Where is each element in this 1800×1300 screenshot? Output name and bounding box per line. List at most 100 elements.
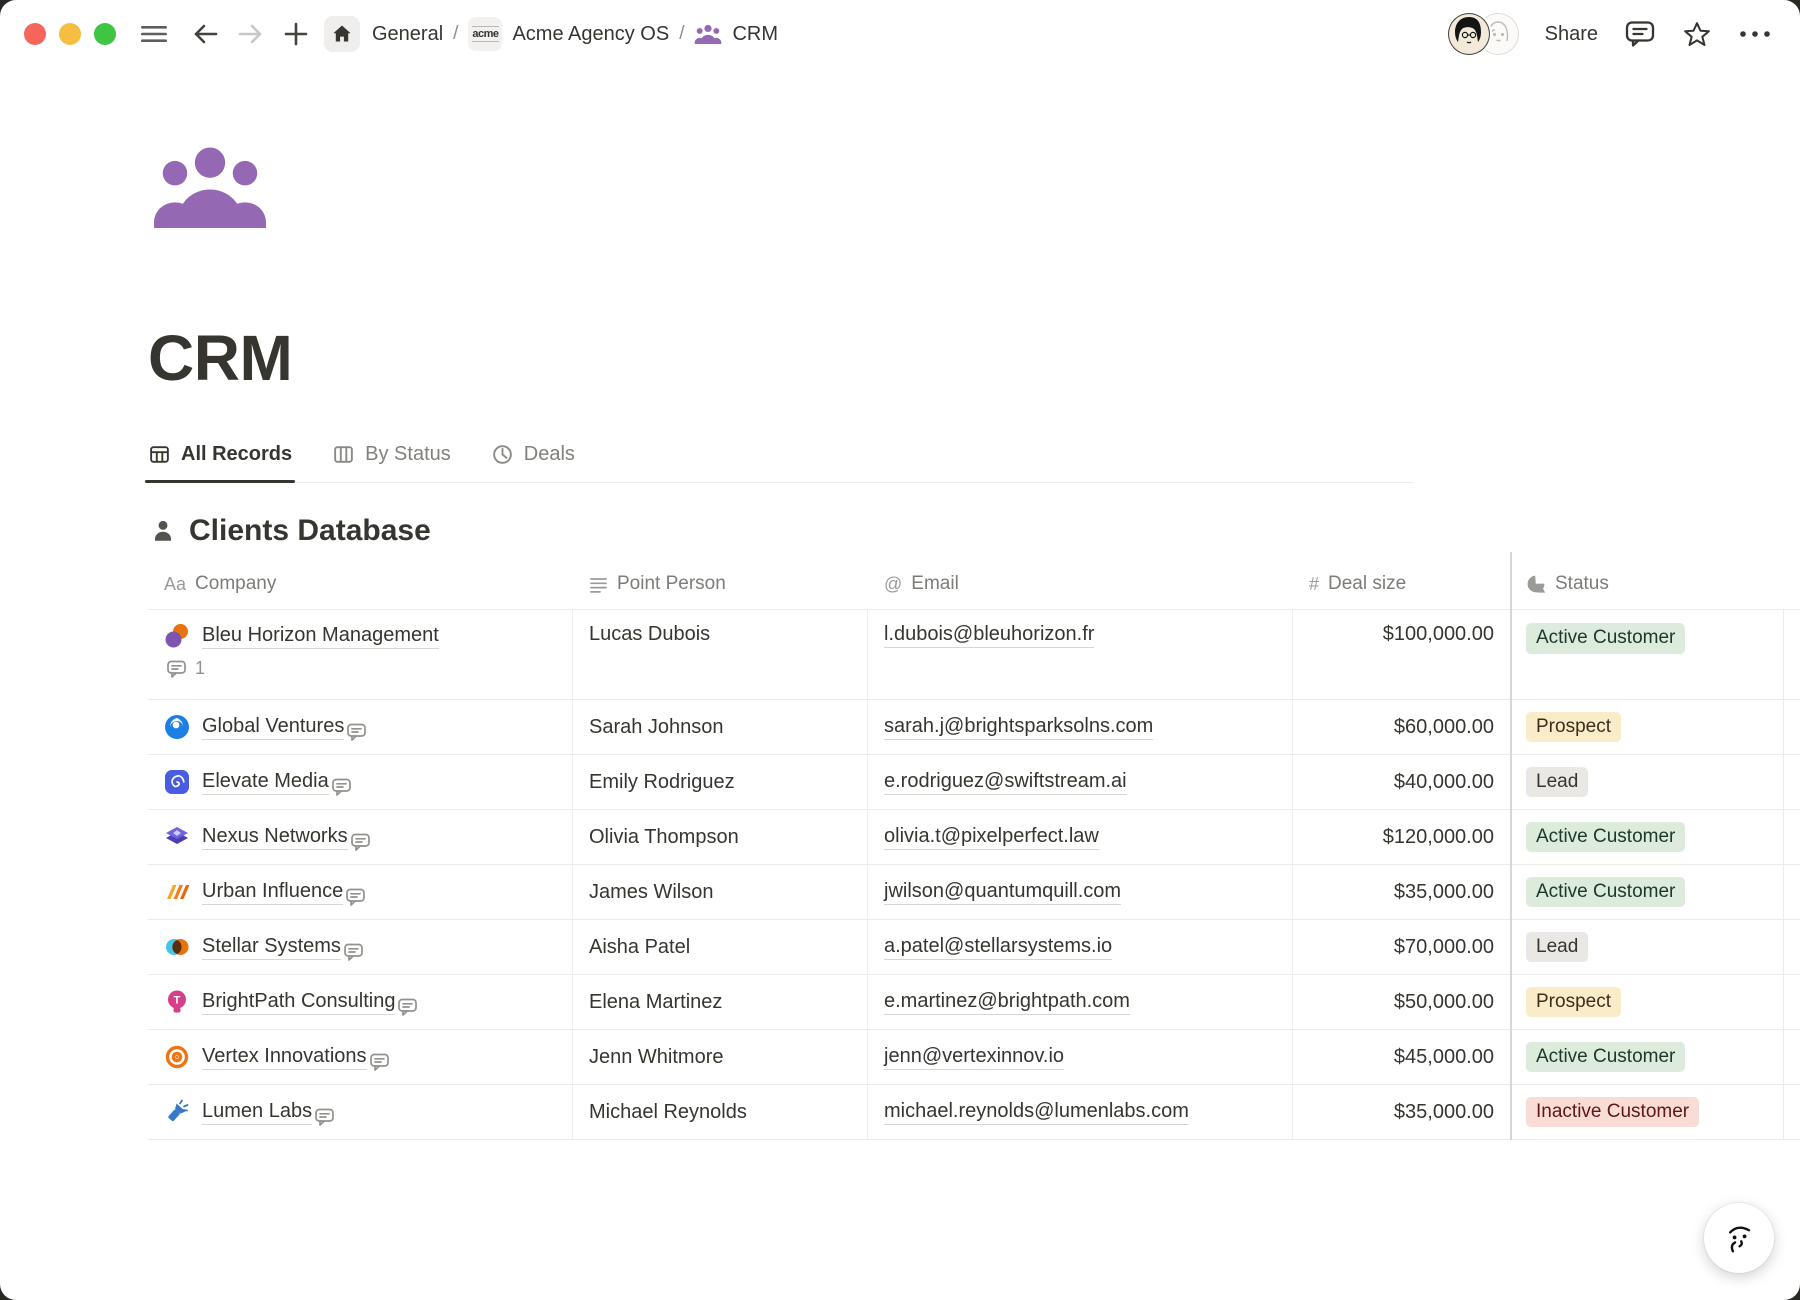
email-link[interactable]: michael.reynolds@lumenlabs.com <box>884 1100 1189 1125</box>
email-link[interactable]: olivia.t@pixelperfect.law <box>884 825 1099 850</box>
sidebar-toggle-icon[interactable] <box>140 23 168 45</box>
email-cell[interactable]: michael.reynolds@lumenlabs.com <box>868 1085 1293 1140</box>
status-badge[interactable]: Inactive Customer <box>1526 1097 1699 1128</box>
email-link[interactable]: l.dubois@bleuhorizon.fr <box>884 623 1094 648</box>
status-badge[interactable]: Prospect <box>1526 987 1621 1018</box>
comment-indicator[interactable] <box>344 722 375 742</box>
company-page-link[interactable]: BrightPath Consulting <box>202 990 395 1015</box>
email-cell[interactable]: jwilson@quantumquill.com <box>868 865 1293 920</box>
point-person-cell[interactable]: Sarah Johnson <box>573 700 868 755</box>
back-icon[interactable] <box>190 20 220 48</box>
table-row[interactable]: Stellar Systems Aisha Patel a.patel@stel… <box>148 920 1800 975</box>
company-page-link[interactable]: Urban Influence <box>202 880 343 905</box>
company-cell[interactable]: Urban Influence <box>148 865 573 920</box>
deal-size-cell[interactable]: $35,000.00 <box>1293 865 1510 920</box>
favorite-star-icon[interactable] <box>1682 20 1712 49</box>
email-link[interactable]: e.martinez@brightpath.com <box>884 990 1130 1015</box>
email-cell[interactable]: olivia.t@pixelperfect.law <box>868 810 1293 865</box>
company-cell[interactable]: Global Ventures <box>148 700 573 755</box>
status-badge[interactable]: Active Customer <box>1526 623 1685 654</box>
breadcrumb-general[interactable]: General <box>372 23 443 46</box>
breadcrumb-acme-agency-os[interactable]: acme Acme Agency OS <box>468 17 669 51</box>
status-badge[interactable]: Lead <box>1526 932 1588 963</box>
point-person-cell[interactable]: Jenn Whitmore <box>573 1030 868 1085</box>
company-cell[interactable]: Bleu Horizon Management 1 <box>148 610 573 700</box>
point-person-cell[interactable]: Michael Reynolds <box>573 1085 868 1140</box>
status-cell[interactable]: Inactive Customer <box>1510 1085 1800 1140</box>
deal-size-cell[interactable]: $120,000.00 <box>1293 810 1510 865</box>
comment-indicator[interactable] <box>348 832 379 852</box>
status-cell[interactable]: Lead <box>1510 755 1800 810</box>
company-page-link[interactable]: Nexus Networks <box>202 825 348 850</box>
status-cell[interactable]: Prospect <box>1510 975 1800 1030</box>
tab-all-records[interactable]: All Records <box>148 443 292 466</box>
collaborator-avatars[interactable] <box>1448 13 1519 55</box>
notion-ai-face-button[interactable] <box>1704 1203 1774 1273</box>
status-badge[interactable]: Lead <box>1526 767 1588 798</box>
table-row[interactable]: Nexus Networks Olivia Thompson olivia.t@… <box>148 810 1800 865</box>
table-row[interactable]: Urban Influence James Wilson jwilson@qua… <box>148 865 1800 920</box>
status-column-divider[interactable] <box>1510 552 1512 1140</box>
comment-indicator[interactable] <box>367 1052 398 1072</box>
email-cell[interactable]: e.martinez@brightpath.com <box>868 975 1293 1030</box>
point-person-cell[interactable]: Lucas Dubois <box>573 610 868 700</box>
deal-size-cell[interactable]: $35,000.00 <box>1293 1085 1510 1140</box>
minimize-window-button[interactable] <box>59 23 81 45</box>
new-tab-icon[interactable] <box>282 20 310 48</box>
status-cell[interactable]: Prospect <box>1510 700 1800 755</box>
company-page-link[interactable]: Bleu Horizon Management <box>202 624 439 649</box>
column-header-point-person[interactable]: Point Person <box>573 559 868 610</box>
company-cell[interactable]: Vertex Innovations <box>148 1030 573 1085</box>
home-icon[interactable] <box>324 16 360 52</box>
point-person-cell[interactable]: Aisha Patel <box>573 920 868 975</box>
comment-indicator[interactable] <box>395 997 426 1017</box>
status-badge[interactable]: Active Customer <box>1526 822 1685 853</box>
table-row[interactable]: T BrightPath Consulting Elena Martinez e… <box>148 975 1800 1030</box>
email-link[interactable]: a.patel@stellarsystems.io <box>884 935 1112 960</box>
point-person-cell[interactable]: James Wilson <box>573 865 868 920</box>
table-row[interactable]: Lumen Labs Michael Reynolds michael.reyn… <box>148 1085 1800 1140</box>
email-cell[interactable]: l.dubois@bleuhorizon.fr <box>868 610 1293 700</box>
email-link[interactable]: jenn@vertexinnov.io <box>884 1045 1064 1070</box>
tab-by-status[interactable]: By Status <box>332 443 451 466</box>
company-page-link[interactable]: Vertex Innovations <box>202 1045 367 1070</box>
column-header-email[interactable]: @ Email <box>868 559 1293 610</box>
email-cell[interactable]: a.patel@stellarsystems.io <box>868 920 1293 975</box>
comment-indicator[interactable] <box>341 942 372 962</box>
company-cell[interactable]: Stellar Systems <box>148 920 573 975</box>
status-badge[interactable]: Active Customer <box>1526 1042 1685 1073</box>
status-cell[interactable]: Active Customer <box>1510 610 1800 700</box>
point-person-cell[interactable]: Elena Martinez <box>573 975 868 1030</box>
status-cell[interactable]: Active Customer <box>1510 810 1800 865</box>
point-person-cell[interactable]: Emily Rodriguez <box>573 755 868 810</box>
column-header-status[interactable]: Status <box>1510 559 1800 610</box>
more-options-icon[interactable] <box>1738 29 1772 39</box>
tab-deals[interactable]: Deals <box>491 443 575 466</box>
table-row[interactable]: Elevate Media Emily Rodriguez e.rodrigue… <box>148 755 1800 810</box>
deal-size-cell[interactable]: $60,000.00 <box>1293 700 1510 755</box>
forward-icon[interactable] <box>236 20 266 48</box>
page-people-group-icon[interactable] <box>150 144 270 228</box>
company-page-link[interactable]: Stellar Systems <box>202 935 341 960</box>
company-page-link[interactable]: Lumen Labs <box>202 1100 312 1125</box>
email-cell[interactable]: e.rodriguez@swiftstream.ai <box>868 755 1293 810</box>
table-row[interactable]: Bleu Horizon Management 1 Lucas Dubois l… <box>148 610 1800 700</box>
company-cell[interactable]: Lumen Labs <box>148 1085 573 1140</box>
company-page-link[interactable]: Global Ventures <box>202 715 344 740</box>
comment-indicator[interactable] <box>312 1107 343 1127</box>
status-badge[interactable]: Prospect <box>1526 712 1621 743</box>
breadcrumb-crm[interactable]: CRM <box>694 23 778 46</box>
email-cell[interactable]: sarah.j@brightsparksolns.com <box>868 700 1293 755</box>
table-row[interactable]: Global Ventures Sarah Johnson sarah.j@br… <box>148 700 1800 755</box>
company-cell[interactable]: Elevate Media <box>148 755 573 810</box>
share-button[interactable]: Share <box>1545 23 1598 46</box>
status-cell[interactable]: Active Customer <box>1510 865 1800 920</box>
close-window-button[interactable] <box>24 23 46 45</box>
status-column-right-divider[interactable] <box>1783 609 1784 1140</box>
comment-indicator[interactable]: 1 <box>164 658 556 679</box>
column-header-deal-size[interactable]: # Deal size <box>1293 559 1510 610</box>
column-header-company[interactable]: Aa Company <box>148 559 573 610</box>
deal-size-cell[interactable]: $100,000.00 <box>1293 610 1510 700</box>
deal-size-cell[interactable]: $50,000.00 <box>1293 975 1510 1030</box>
company-cell[interactable]: Nexus Networks <box>148 810 573 865</box>
